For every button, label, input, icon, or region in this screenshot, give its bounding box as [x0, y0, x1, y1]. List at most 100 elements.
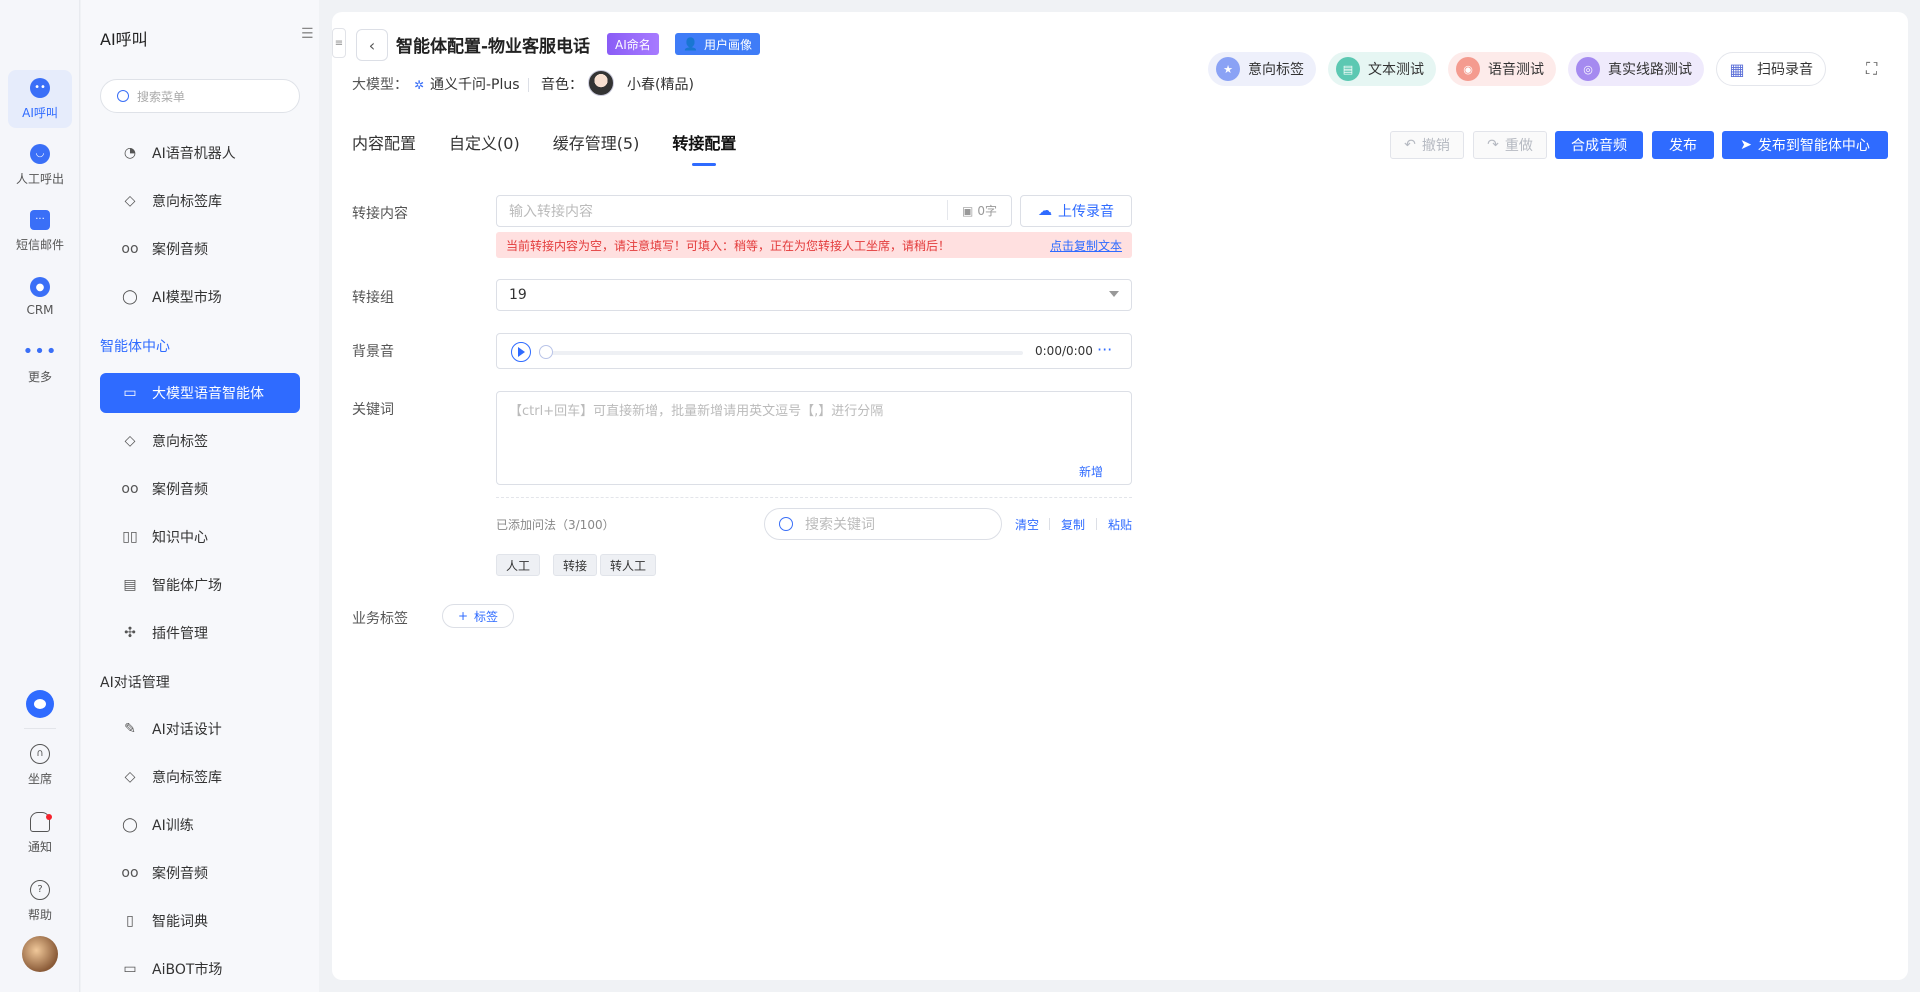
rail-item-crm[interactable]: ● CRM [8, 268, 72, 326]
menu-item-intent-tag-lib[interactable]: ◇ 意向标签库 [100, 181, 300, 221]
back-button[interactable]: ‹ [356, 29, 388, 61]
menu-item-plugin-manage[interactable]: ✣ 插件管理 [100, 613, 300, 653]
rail-label: 更多 [27, 369, 52, 384]
menu-item-case-audio-2[interactable]: oo 案例音频 [100, 469, 300, 509]
menu-item-smart-dictionary[interactable]: ▯ 智能词典 [100, 901, 300, 941]
menu-search-input[interactable]: 搜索菜单 [100, 79, 300, 113]
rail-item-notify[interactable]: 通知 [8, 804, 72, 862]
voicemail-icon: oo [121, 481, 139, 497]
caret-down-icon [1109, 291, 1119, 297]
section-dialog-manage[interactable]: AI对话管理 [100, 672, 170, 692]
menu-item-intent-tag-lib-2[interactable]: ◇ 意向标签库 [100, 757, 300, 797]
rail-item-ai-call[interactable]: •• AI呼叫 [8, 70, 72, 128]
menu-item-ai-model-market[interactable]: ◯ AI模型市场 [100, 277, 300, 317]
menu-item-ai-dialog-design[interactable]: ✎ AI对话设计 [100, 709, 300, 749]
tab-transfer-config[interactable]: 转接配置 [672, 130, 736, 166]
book-open-icon: ▯▯ [122, 529, 138, 545]
user-profile-badge[interactable]: 👤 用户画像 [675, 33, 760, 55]
undo-icon: ↶ [1404, 137, 1416, 153]
text-test-tool-button[interactable]: ▤ 文本测试 [1328, 52, 1436, 86]
add-keyword-link[interactable]: 新增 [1079, 463, 1103, 480]
pen-icon: ✎ [124, 721, 136, 737]
user-profile-label: 用户画像 [703, 37, 752, 52]
upload-recording-button[interactable]: ☁ 上传录音 [1020, 195, 1132, 227]
menu-item-case-audio[interactable]: oo 案例音频 [100, 229, 300, 269]
voice-value[interactable]: 小春(精品) [627, 74, 694, 94]
publish-to-center-button[interactable]: ➤ 发布到智能体中心 [1722, 131, 1888, 159]
model-value[interactable]: 通义千问-Plus [430, 77, 520, 93]
message-square-icon: ▭ [123, 385, 137, 401]
intent-tag-tool-button[interactable]: ★ 意向标签 [1208, 52, 1316, 86]
tab-custom[interactable]: 自定义(0) [449, 130, 520, 166]
clear-link[interactable]: 清空 [1015, 516, 1039, 533]
menu-item-ai-training[interactable]: ◯ AI训练 [100, 805, 300, 845]
play-icon[interactable] [511, 342, 531, 362]
menu-item-label: AiBOT市场 [152, 962, 223, 978]
scan-record-tool-button[interactable]: ▦ 扫码录音 [1716, 52, 1826, 86]
user-avatar[interactable] [22, 936, 58, 972]
voicemail-icon: oo [121, 865, 139, 881]
menu-item-label: 大模型语音智能体 [152, 386, 264, 402]
tab-content-config[interactable]: 内容配置 [352, 130, 416, 166]
page-title: 智能体配置-物业客服电话 [396, 37, 591, 57]
progress-track[interactable] [543, 351, 1023, 355]
voice-label: 音色： [541, 77, 583, 93]
empty-content-warning: 当前转接内容为空，请注意填写！可填入：稍等，正在为您转接人工坐席，请稍后！ 点击… [496, 232, 1132, 258]
menu-item-label: AI对话设计 [152, 722, 222, 738]
plus-icon: + [457, 609, 469, 623]
menu-item-knowledge-center[interactable]: ▯▯ 知识中心 [100, 517, 300, 557]
keyword-search-placeholder: 搜索关键词 [805, 517, 875, 533]
keyword-tag[interactable]: 转接 [553, 554, 598, 576]
config-tabs: 内容配置 自定义(0) 缓存管理(5) 转接配置 [352, 130, 769, 166]
publish-button[interactable]: 发布 [1652, 131, 1714, 159]
keyword-tag[interactable]: 转人工 [600, 554, 657, 576]
ai-call-icon: •• [30, 77, 50, 98]
collapse-menu-icon[interactable]: ☰ [301, 26, 319, 44]
keyword-textarea[interactable]: 【ctrl+回车】可直接新增，批量新增请用英文逗号【,】进行分隔 [496, 391, 1132, 485]
ai-name-badge[interactable]: AI命名 [607, 33, 659, 55]
headset-icon: ∩ [30, 743, 50, 764]
undo-button[interactable]: ↶ 撤销 [1390, 131, 1464, 159]
menu-item-label: 智能词典 [152, 914, 208, 930]
real-line-test-tool-button[interactable]: ◎ 真实线路测试 [1568, 52, 1704, 86]
rail-item-sms-mail[interactable]: ··· 短信邮件 [8, 202, 72, 260]
section-agent-center[interactable]: 智能体中心 [100, 336, 170, 356]
rail-item-more[interactable]: ••• 更多 [8, 334, 72, 392]
copy-text-link[interactable]: 点击复制文本 [1050, 237, 1122, 254]
menu-item-agent-square[interactable]: ▤ 智能体广场 [100, 565, 300, 605]
menu-title: AI呼叫 [100, 30, 148, 49]
progress-knob[interactable] [539, 345, 553, 359]
copy-link[interactable]: 复制 [1061, 516, 1085, 533]
more-horizontal-icon[interactable]: ··· [1097, 340, 1112, 359]
voicemail-icon: oo [121, 241, 139, 257]
rail-label: 坐席 [27, 771, 52, 786]
fullscreen-icon[interactable]: ⛶ [1866, 59, 1877, 79]
tab-cache-manage[interactable]: 缓存管理(5) [553, 130, 640, 166]
keyword-tag[interactable]: 人工 [496, 554, 541, 576]
menu-item-label: AI语音机器人 [152, 146, 236, 162]
tag-icon: ◇ [124, 193, 136, 209]
rail-label: 帮助 [27, 907, 52, 922]
menu-item-llm-voice-agent[interactable]: ▭ 大模型语音智能体 [100, 373, 300, 413]
puzzle-icon: ✣ [124, 625, 136, 641]
brand-logo-icon [26, 690, 54, 718]
transfer-group-select[interactable]: 19 [496, 279, 1132, 311]
transfer-content-input[interactable]: 输入转接内容 [496, 195, 1012, 227]
rail-item-help[interactable]: ? 帮助 [8, 872, 72, 930]
link-divider [1096, 518, 1097, 530]
add-business-tag-button[interactable]: + 标签 [442, 604, 514, 628]
rail-item-agent[interactable]: ∩ 坐席 [8, 736, 72, 794]
menu-item-aibot-market[interactable]: ▭ AiBOT市场 [100, 949, 300, 989]
voice-test-tool-button[interactable]: ◉ 语音测试 [1448, 52, 1556, 86]
menu-item-ai-voice-robot[interactable]: ◔ AI语音机器人 [100, 133, 300, 173]
paste-link[interactable]: 粘贴 [1108, 516, 1132, 533]
keyword-search-input[interactable]: 搜索关键词 [764, 508, 1002, 540]
background-sound-label: 背景音 [352, 344, 394, 360]
tag-icon: ◇ [124, 769, 136, 785]
menu-item-case-audio-3[interactable]: oo 案例音频 [100, 853, 300, 893]
menu-item-intent-tag[interactable]: ◇ 意向标签 [100, 421, 300, 461]
expand-menu-icon[interactable]: ≡ [332, 28, 346, 58]
rail-item-manual-call[interactable]: ◡ 人工呼出 [8, 136, 72, 194]
synthesize-audio-button[interactable]: 合成音频 [1555, 131, 1643, 159]
redo-button[interactable]: ↷ 重做 [1473, 131, 1547, 159]
